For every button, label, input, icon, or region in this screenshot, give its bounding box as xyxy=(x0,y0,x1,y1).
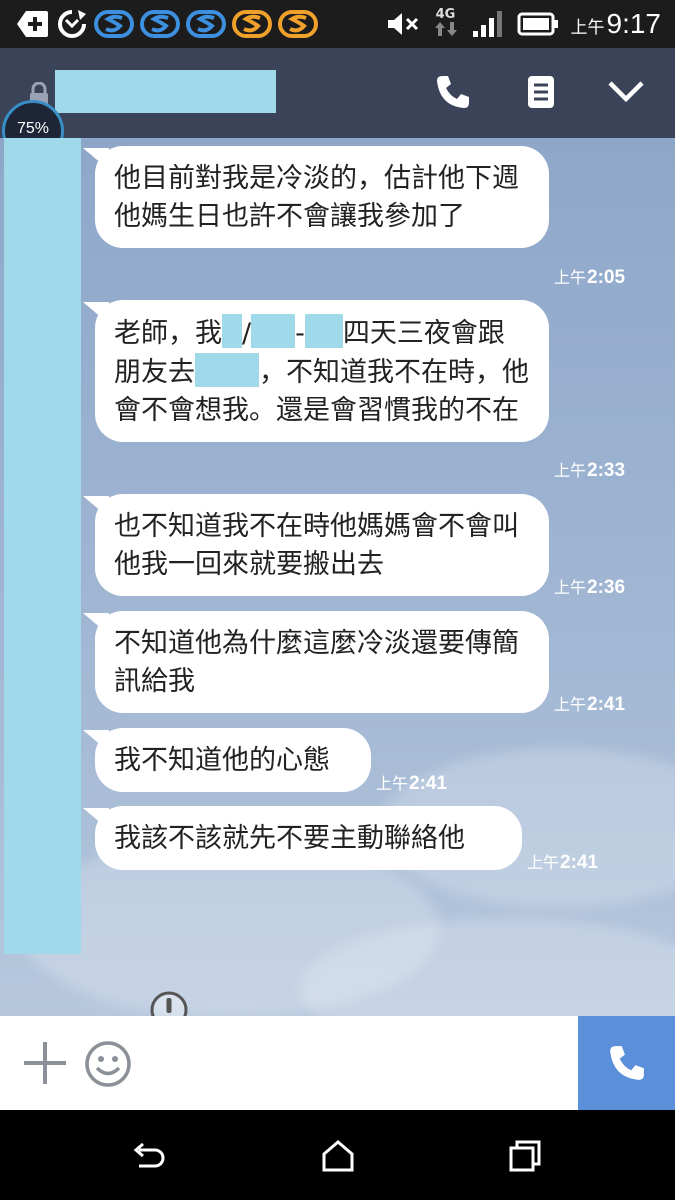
message-bubble[interactable]: 我該不該就先不要主動聯絡他 xyxy=(95,806,522,870)
message-bubble[interactable]: 老師，我 / - 四天三夜會跟朋友去 ，不知道我不在時，他會不會想我。還是會習慣我的不在 xyxy=(95,300,549,442)
chat-title-redacted[interactable] xyxy=(55,70,276,113)
message-text: / xyxy=(242,318,252,349)
message-bubble[interactable]: 我不知道他的心態 xyxy=(95,728,371,792)
clock-ampm: 上午 xyxy=(570,18,605,37)
message-time: 上午 2:36 xyxy=(554,574,625,599)
message-time: 上午 2:41 xyxy=(527,849,598,874)
emoji-icon[interactable] xyxy=(84,1040,132,1088)
message-time: 上午 2:05 xyxy=(554,264,625,289)
add-icon xyxy=(17,11,48,37)
sync-icon xyxy=(58,10,86,38)
status-right-icons: 4G 上午 9:17 xyxy=(385,6,662,42)
message-item[interactable]: 也不知道我不在時他媽媽會不會叫他我一回來就要搬出去 xyxy=(95,494,549,596)
chat-area[interactable]: 他目前對我是冷淡的，估計他下週他媽生日也許不會讓我參加了 上午 2:05 老師，… xyxy=(0,138,675,1016)
redaction-block xyxy=(251,314,296,348)
phone-icon xyxy=(437,76,469,108)
call-icon xyxy=(609,1046,644,1080)
redaction-block xyxy=(222,314,242,348)
mute-icon xyxy=(387,13,418,35)
network-label: 4G xyxy=(435,6,456,22)
time-ampm: 上午 xyxy=(376,776,409,793)
message-time: 上午 2:33 xyxy=(554,457,625,482)
input-bar xyxy=(0,1016,675,1110)
message-time: 上午 2:41 xyxy=(376,770,447,795)
time-ampm: 上午 xyxy=(554,697,587,714)
message-bubble[interactable]: 不知道他為什麼這麼冷淡還要傳簡訊給我 xyxy=(95,611,549,713)
app-s-icon xyxy=(278,10,318,38)
chat-header: 75% xyxy=(0,48,675,162)
time-ampm: 上午 xyxy=(554,580,587,597)
message-item[interactable]: 他目前對我是冷淡的，估計他下週他媽生日也許不會讓我參加了 xyxy=(95,146,549,248)
avatar-redacted xyxy=(4,138,81,954)
time-value: 2:41 xyxy=(587,694,626,715)
message-time: 上午 2:41 xyxy=(554,691,625,716)
collapse-button[interactable] xyxy=(606,72,646,112)
recents-icon[interactable] xyxy=(507,1138,543,1174)
time-ampm: 上午 xyxy=(554,270,587,287)
status-bar: 4G 上午 9:17 xyxy=(0,0,675,48)
redaction-block xyxy=(195,353,259,387)
app-s-icon xyxy=(94,10,134,38)
app-s-icon xyxy=(186,10,226,38)
app-s-icon xyxy=(232,10,272,38)
network-indicator: 4G xyxy=(433,8,459,41)
time-value: 2:41 xyxy=(560,852,599,873)
time-ampm: 上午 xyxy=(554,463,587,480)
time-value: 2:33 xyxy=(587,460,626,481)
back-icon[interactable] xyxy=(131,1138,167,1174)
time-value: 2:36 xyxy=(587,577,626,598)
time-value: 2:41 xyxy=(409,773,448,794)
message-text: 老師，我 xyxy=(114,318,222,349)
app-s-icon xyxy=(140,10,180,38)
data-arrows-icon xyxy=(434,21,457,36)
call-button[interactable] xyxy=(578,1016,675,1110)
plus-icon[interactable] xyxy=(22,1040,68,1086)
system-nav-bar xyxy=(0,1110,675,1200)
message-item[interactable]: 不知道他為什麼這麼冷淡還要傳簡訊給我 xyxy=(95,611,549,713)
message-text: - xyxy=(295,318,305,349)
status-left-icons xyxy=(16,6,318,42)
message-bubble[interactable]: 也不知道我不在時他媽媽會不會叫他我一回來就要搬出去 xyxy=(95,494,549,596)
notes-icon xyxy=(528,76,554,108)
phone-button[interactable] xyxy=(433,72,473,112)
message-item[interactable]: 老師，我 / - 四天三夜會跟朋友去 ，不知道我不在時，他會不會想我。還是會習慣我的不在 xyxy=(95,300,549,442)
message-item[interactable]: 我該不該就先不要主動聯絡他 xyxy=(95,806,522,870)
message-bubble[interactable]: 他目前對我是冷淡的，估計他下週他媽生日也許不會讓我參加了 xyxy=(95,146,549,248)
home-icon[interactable] xyxy=(320,1138,356,1174)
time-value: 2:05 xyxy=(587,267,626,288)
message-item[interactable]: 我不知道他的心態 xyxy=(95,728,371,792)
chevron-down-icon xyxy=(608,81,644,103)
notes-button[interactable] xyxy=(521,72,561,112)
battery-icon xyxy=(517,12,558,36)
status-clock: 上午 9:17 xyxy=(571,8,662,40)
redaction-block xyxy=(304,314,343,348)
alert-icon[interactable] xyxy=(149,990,189,1016)
clock-time: 9:17 xyxy=(606,8,662,39)
time-ampm: 上午 xyxy=(527,855,560,872)
signal-icon xyxy=(472,11,502,37)
